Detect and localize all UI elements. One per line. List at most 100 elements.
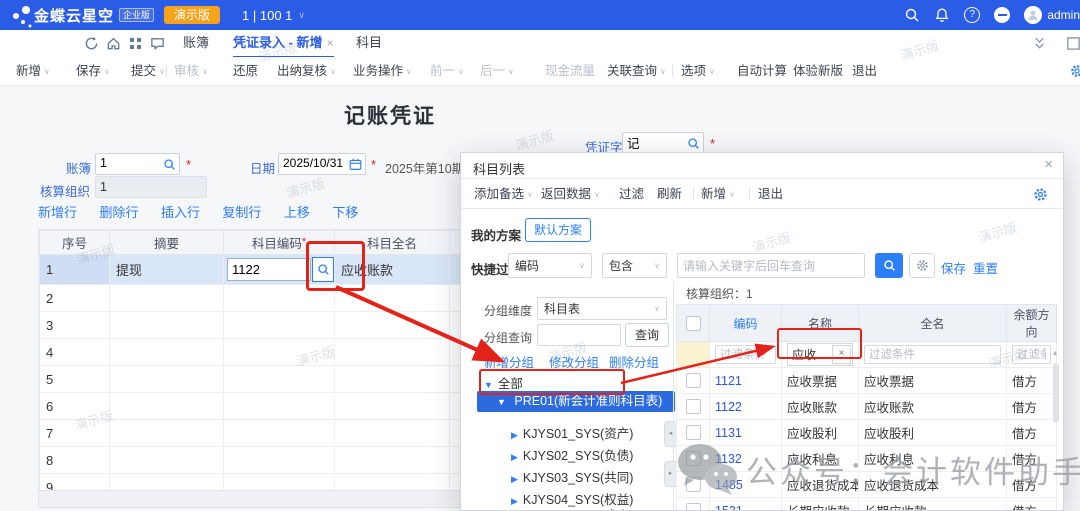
collapse-double-chevron-icon[interactable] [1032, 36, 1047, 51]
reset-scheme-link[interactable]: 重置 [973, 258, 998, 277]
tree-node-selected[interactable]: ▼ PRE01(新会计准则科目表) [477, 391, 675, 412]
search-icon[interactable] [163, 158, 176, 171]
filter-settings-button[interactable] [909, 253, 935, 278]
toolbar-try-new-button[interactable]: 体验新版 [793, 57, 843, 85]
account-row[interactable]: 1122 应收账款 应收账款 借方 [677, 394, 1057, 420]
toolbar-related-query-button[interactable]: 关联查询∨ [607, 57, 666, 85]
grid-row-3[interactable]: 3 [40, 312, 464, 339]
account-code-input[interactable] [227, 258, 311, 281]
tab-account[interactable]: 科目 [356, 30, 382, 56]
gear-icon[interactable] [1070, 64, 1080, 78]
home-icon[interactable] [106, 36, 121, 51]
keyword-search-input[interactable] [677, 253, 865, 278]
calendar-icon[interactable] [349, 158, 362, 171]
chat-icon[interactable] [150, 36, 165, 51]
filter-operator-select[interactable]: 包含∨ [602, 253, 667, 278]
account-row[interactable]: 1132 应收利息 应收利息 借方 [677, 446, 1057, 472]
tree-node-cost[interactable]: ▶KJYS05_SYS(成本) [511, 505, 633, 511]
account-code-link[interactable]: 1121 [710, 368, 782, 394]
code-filter-input[interactable] [715, 345, 776, 364]
row-checkbox[interactable] [686, 477, 701, 492]
insert-row-link[interactable]: 插入行 [161, 205, 200, 220]
help-icon[interactable]: ? [964, 7, 980, 23]
group-dim-select[interactable]: 科目表∨ [537, 297, 667, 320]
gear-icon[interactable] [1033, 187, 1048, 202]
tree-node-liabilities[interactable]: ▶KJYS02_SYS(负债) [511, 445, 633, 464]
toolbar-submit-button[interactable]: 提交∨ [131, 57, 165, 85]
account-lookup-button[interactable] [312, 257, 334, 282]
search-button[interactable] [875, 253, 903, 278]
close-icon[interactable]: × [1044, 156, 1053, 173]
account-row[interactable]: 1131 应收股利 应收股利 借方 [677, 420, 1057, 446]
row-checkbox[interactable] [686, 451, 701, 466]
caret-collapsed-icon[interactable]: ▶ [511, 452, 518, 462]
caret-expanded-icon[interactable]: ▼ [484, 380, 493, 390]
filter-button[interactable]: 过滤 [619, 179, 644, 209]
apps-grid-icon[interactable] [128, 36, 143, 51]
toolbar-business-ops-button[interactable]: 业务操作∨ [353, 57, 412, 85]
account-code-link[interactable]: 1131 [710, 420, 782, 446]
toolbar-exit-button[interactable]: 退出 [852, 57, 877, 85]
tree-node-root[interactable]: ▼全部 [484, 373, 523, 392]
grid-row-2[interactable]: 2 [40, 285, 464, 312]
grid-row-1[interactable]: 1 提现 应收账款 [40, 255, 464, 285]
filter-field-select[interactable]: 编码∨ [508, 253, 592, 278]
toolbar-restore-button[interactable]: 还原 [233, 57, 258, 85]
col-code[interactable]: 编码 [710, 305, 782, 342]
name-filter-input[interactable]: 应收 × [787, 343, 853, 366]
delete-row-link[interactable]: 删除行 [99, 205, 138, 220]
toolbar-new-button[interactable]: 新增∨ [16, 57, 50, 85]
edit-group-link[interactable]: 修改分组 [549, 352, 599, 371]
group-query-button[interactable]: 查询 [625, 323, 669, 347]
caret-collapsed-icon[interactable]: ▶ [511, 430, 518, 440]
delete-group-link[interactable]: 删除分组 [609, 352, 659, 371]
toolbar-auto-calc-button[interactable]: 自动计算 [737, 57, 787, 85]
message-toggle-icon[interactable] [994, 7, 1010, 23]
sync-icon[interactable] [84, 36, 99, 51]
scrollbar-thumb[interactable] [1053, 363, 1059, 423]
add-group-link[interactable]: 新增分组 [484, 352, 534, 371]
account-row[interactable]: 1121 应收票据 应收票据 借方 [677, 368, 1057, 394]
bell-icon[interactable] [934, 7, 950, 23]
search-icon[interactable] [687, 137, 700, 150]
account-code-link[interactable]: 1122 [710, 394, 782, 420]
row-checkbox[interactable] [686, 399, 701, 414]
voucher-word-input[interactable] [627, 133, 685, 151]
scrollbar-up-icon[interactable]: ▴ [1053, 348, 1057, 357]
grid-row-4[interactable]: 4 [40, 339, 464, 366]
refresh-button[interactable]: 刷新 [657, 179, 682, 209]
grid-row-8[interactable]: 8 [40, 447, 464, 474]
move-up-link[interactable]: 上移 [284, 205, 310, 220]
row-checkbox[interactable] [686, 425, 701, 440]
add-row-link[interactable]: 新增行 [38, 205, 77, 220]
add-candidate-button[interactable]: 添加备选∨ [474, 179, 533, 209]
date-input[interactable] [283, 154, 345, 172]
toolbar-save-button[interactable]: 保存∨ [76, 57, 110, 85]
book-field[interactable] [95, 153, 180, 175]
clear-filter-icon[interactable]: × [832, 345, 851, 364]
caret-collapsed-icon[interactable]: ▶ [511, 474, 518, 484]
grid-row-5[interactable]: 5 [40, 366, 464, 393]
chevron-down-icon[interactable]: ∨ [298, 10, 305, 21]
return-data-button[interactable]: 返回数据∨ [541, 179, 600, 209]
tree-node-assets[interactable]: ▶KJYS01_SYS(资产) [511, 423, 633, 442]
exit-button[interactable]: 退出 [758, 179, 783, 209]
default-scheme-button[interactable]: 默认方案 [525, 218, 591, 242]
fullname-filter-input[interactable] [864, 345, 1001, 364]
col-direction[interactable]: 余额方向 [1007, 305, 1057, 342]
toolbar-options-button[interactable]: 选项∨ [681, 57, 715, 85]
search-icon[interactable] [904, 7, 920, 23]
group-query-input[interactable] [537, 324, 621, 346]
expand-window-icon[interactable] [1066, 36, 1080, 51]
row-checkbox[interactable] [686, 373, 701, 388]
row-checkbox[interactable] [686, 503, 701, 511]
voucher-word-field[interactable] [622, 132, 704, 154]
col-fullname[interactable]: 全名 [859, 305, 1007, 342]
new-account-button[interactable]: 新增∨ [701, 179, 735, 209]
col-name[interactable]: 名称 [782, 305, 859, 342]
tab-close-icon[interactable]: × [327, 36, 334, 50]
account-code-link[interactable]: 1132 [710, 446, 782, 472]
select-all-checkbox[interactable] [686, 316, 701, 331]
caret-expanded-icon[interactable]: ▼ [497, 397, 506, 407]
grid-row-7[interactable]: 7 [40, 420, 464, 447]
